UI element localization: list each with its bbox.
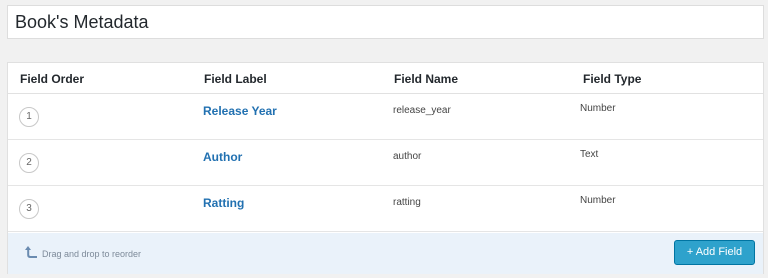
fields-panel: Field Order Field Label Field Name Field… (7, 62, 764, 274)
drag-hint: Drag and drop to reorder (24, 245, 141, 261)
field-label-link[interactable]: Release Year (203, 104, 277, 118)
field-name: release_year (393, 105, 451, 116)
header-field-label: Field Label (204, 72, 267, 86)
order-badge[interactable]: 1 (19, 107, 39, 127)
order-badge[interactable]: 3 (19, 199, 39, 219)
page-title[interactable]: Book's Metadata (7, 5, 764, 39)
field-label-link[interactable]: Author (203, 150, 242, 164)
header-field-type: Field Type (583, 72, 642, 86)
arrow-up-icon (24, 245, 38, 261)
field-type: Text (580, 149, 599, 160)
field-type: Number (580, 195, 616, 206)
field-name: author (393, 151, 422, 162)
header-field-name: Field Name (394, 72, 459, 86)
field-name: ratting (393, 197, 421, 208)
field-type: Number (580, 103, 616, 114)
header-field-order: Field Order (20, 72, 85, 86)
table-footer: Drag and drop to reorder + Add Field (8, 233, 763, 274)
table-row[interactable]: 3 Ratting ratting Number (8, 186, 763, 232)
table-header: Field Order Field Label Field Name Field… (8, 63, 763, 94)
table-row[interactable]: 2 Author author Text (8, 140, 763, 186)
field-label-link[interactable]: Ratting (203, 196, 244, 210)
order-badge[interactable]: 2 (19, 153, 39, 173)
table-row[interactable]: 1 Release Year release_year Number (8, 94, 763, 140)
drag-hint-text: Drag and drop to reorder (42, 249, 142, 259)
add-field-button[interactable]: + Add Field (674, 240, 755, 265)
